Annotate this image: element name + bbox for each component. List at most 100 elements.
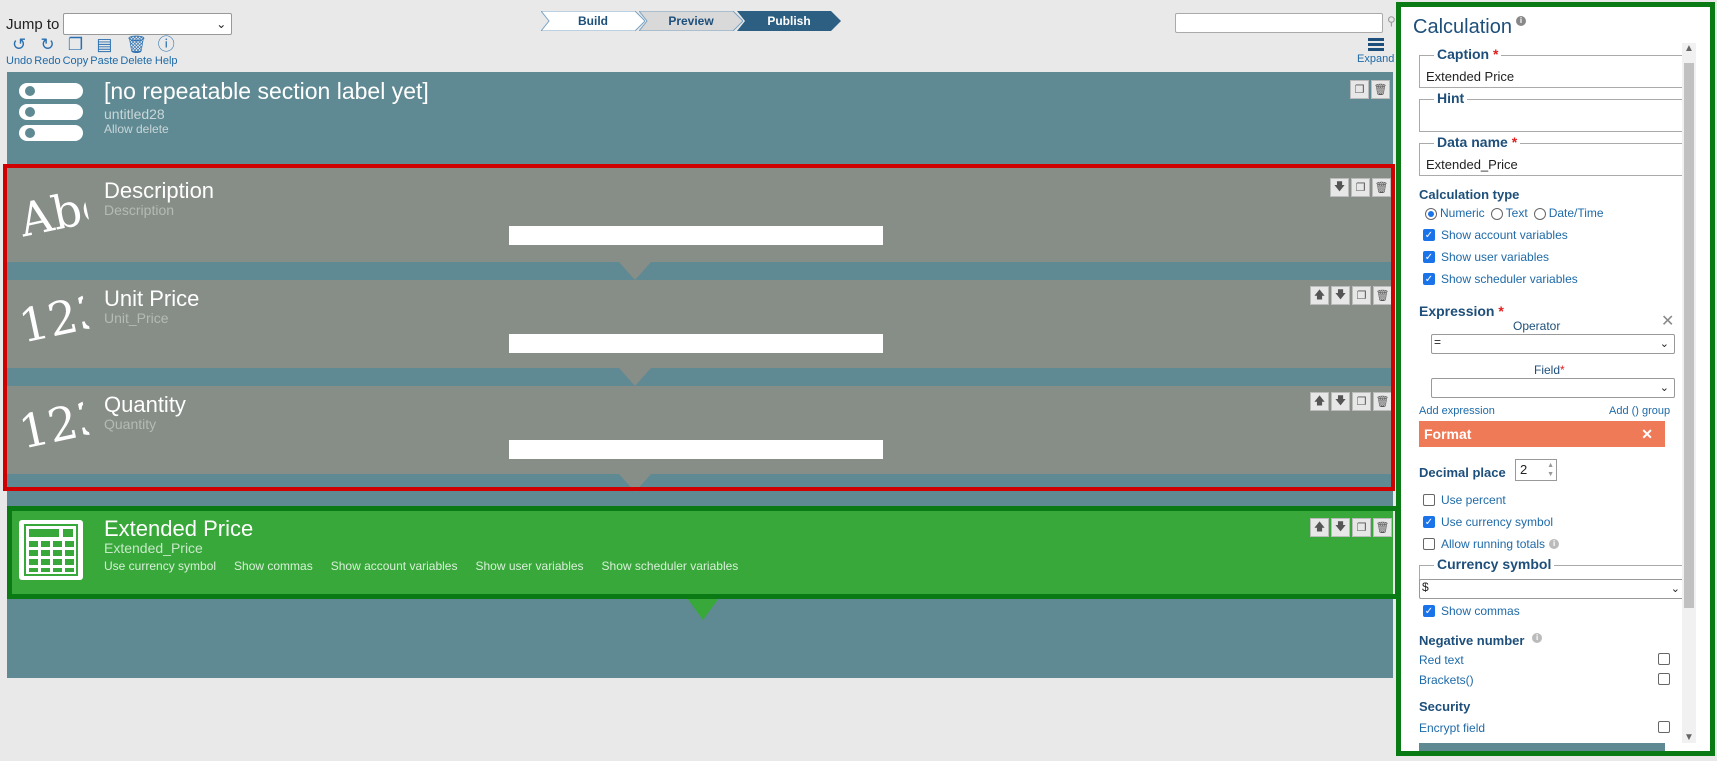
step-preview[interactable]: Preview — [639, 11, 743, 31]
format-header[interactable]: Format ✕ — [1419, 421, 1665, 447]
undo-label: Undo — [6, 55, 33, 67]
chevron-down-icon: ⌄ — [1670, 583, 1680, 595]
chevron-down-icon: ⌄ — [1659, 382, 1669, 394]
caption-label: Caption — [1437, 46, 1490, 62]
add-expression-link[interactable]: Add expression — [1419, 405, 1495, 417]
encrypt-checkbox[interactable] — [1658, 721, 1670, 733]
caption-value: Extended Price — [1426, 69, 1515, 84]
info-icon[interactable]: i — [1532, 633, 1543, 643]
undo-icon: ↺ — [12, 35, 27, 54]
redo-label: Redo — [34, 55, 61, 67]
required-mark: * — [1493, 46, 1499, 62]
negative-label: Negative number — [1419, 633, 1525, 648]
allow-running-checkbox[interactable]: Allow running totals i — [1423, 537, 1560, 551]
required-mark: * — [1498, 303, 1504, 319]
radio-numeric[interactable]: Numeric — [1425, 206, 1485, 220]
radio-label: Numeric — [1440, 206, 1485, 220]
checkmark-icon: ✓ — [1423, 273, 1435, 285]
search-input[interactable] — [1175, 13, 1383, 33]
spin-arrows-icon[interactable]: ▲ ▼ — [1547, 461, 1554, 479]
close-icon[interactable]: ✕ — [1641, 421, 1653, 447]
red-text-checkbox[interactable] — [1658, 653, 1670, 665]
format-label: Format — [1424, 426, 1472, 442]
required-mark: * — [1560, 363, 1565, 377]
redo-icon: ↻ — [40, 35, 55, 54]
step-build[interactable]: Build — [541, 11, 645, 31]
delete-label: Delete — [120, 55, 153, 67]
info-icon[interactable]: i — [1549, 539, 1560, 549]
show-account-checkbox[interactable]: ✓ Show account variables — [1423, 228, 1568, 242]
field-label: Field* — [1534, 363, 1565, 377]
step-publish[interactable]: Publish — [737, 11, 841, 31]
operator-value: = — [1434, 335, 1442, 349]
field-select[interactable]: ⌄ — [1431, 378, 1675, 398]
data-name-legend: Data name * — [1434, 134, 1521, 150]
trash-icon[interactable]: 🗑 — [1371, 80, 1390, 99]
search-icon[interactable]: ⚲ — [1387, 14, 1396, 28]
radio-icon — [1425, 207, 1437, 220]
checkbox-icon — [1423, 494, 1435, 506]
operator-label: Operator — [1513, 319, 1561, 333]
delete-button[interactable]: 🗑 Delete — [120, 36, 153, 68]
checkbox-label: Show scheduler variables — [1441, 272, 1578, 286]
caption-legend: Caption * — [1434, 46, 1502, 62]
edit-toolbar: ↺ Undo ↻ Redo ❐ Copy ▤ Paste 🗑 Delete ⓘ … — [6, 35, 178, 68]
checkbox-label: Show commas — [1441, 604, 1520, 618]
decimal-stepper[interactable]: 2 ▲ ▼ — [1515, 459, 1557, 481]
checkbox-label: Use currency symbol — [1441, 515, 1554, 529]
highlight-box-red — [3, 164, 1395, 491]
use-currency-checkbox[interactable]: ✓ Use currency symbol — [1423, 515, 1553, 529]
show-scheduler-checkbox[interactable]: ✓ Show scheduler variables — [1423, 272, 1578, 286]
caption-field[interactable]: Caption * Extended Price — [1419, 46, 1686, 88]
checkbox-icon — [1423, 538, 1435, 550]
section-name: untitled28 — [104, 106, 165, 122]
checkmark-icon: ✓ — [1423, 229, 1435, 241]
field-label-text: Field — [1534, 363, 1561, 377]
copy-button[interactable]: ❐ Copy — [62, 35, 89, 68]
scroll-thumb[interactable] — [1684, 63, 1694, 608]
redo-button[interactable]: ↻ Redo — [34, 35, 61, 68]
copy-label: Copy — [62, 55, 89, 67]
expression-label: Expression — [1419, 303, 1495, 319]
expression-heading: Expression * — [1419, 303, 1504, 319]
repeatable-section-header[interactable]: [no repeatable section label yet] untitl… — [7, 72, 1393, 162]
jump-to-select[interactable]: ⌄ — [63, 13, 233, 35]
checkbox-label: Show account variables — [1441, 228, 1568, 242]
radio-datetime[interactable]: Date/Time — [1533, 206, 1604, 220]
chevron-down-icon: ⌄ — [216, 17, 227, 31]
section-controls: ❐ 🗑 — [1350, 80, 1390, 99]
duplicate-icon[interactable]: ❐ — [1350, 80, 1369, 99]
red-text-label: Red text — [1419, 653, 1464, 667]
section-note: Allow delete — [104, 122, 169, 136]
checkbox-label: Allow running totals — [1441, 537, 1546, 551]
info-icon[interactable]: i — [1515, 16, 1526, 26]
scroll-up-icon[interactable]: ▲ — [1684, 43, 1694, 54]
copy-icon: ❐ — [67, 35, 84, 54]
help-button[interactable]: ⓘ Help — [154, 36, 178, 68]
scroll-down-icon[interactable]: ▼ — [1684, 732, 1694, 743]
show-user-checkbox[interactable]: ✓ Show user variables — [1423, 250, 1549, 264]
data-name-field[interactable]: Data name * Extended_Price — [1419, 134, 1686, 176]
checkmark-icon: ✓ — [1423, 605, 1435, 617]
radio-label: Date/Time — [1548, 206, 1604, 220]
calc-type-heading: Calculation type — [1419, 187, 1520, 202]
close-icon[interactable]: ✕ — [1661, 311, 1674, 331]
paste-button[interactable]: ▤ Paste — [90, 36, 119, 68]
radio-text[interactable]: Text — [1490, 206, 1528, 220]
arrow-icon — [687, 598, 719, 620]
required-mark: * — [1511, 134, 1518, 150]
checkmark-icon: ✓ — [1423, 251, 1435, 263]
menu-icon — [1367, 36, 1384, 53]
expand-button[interactable]: Expand — [1357, 36, 1394, 65]
step-publish-label: Publish — [767, 14, 811, 28]
brackets-checkbox[interactable] — [1658, 673, 1670, 685]
operator-select[interactable]: = ⌄ — [1431, 334, 1675, 354]
add-group-link[interactable]: Add () group — [1609, 405, 1670, 417]
panel-scrollbar[interactable]: ▲ ▼ — [1682, 43, 1696, 743]
hint-field[interactable]: Hint — [1419, 90, 1686, 132]
undo-button[interactable]: ↺ Undo — [6, 35, 33, 68]
paste-label: Paste — [90, 55, 119, 67]
use-percent-checkbox[interactable]: Use percent — [1423, 493, 1506, 507]
currency-select[interactable]: $ ⌄ — [1419, 579, 1686, 599]
show-commas-checkbox[interactable]: ✓ Show commas — [1423, 604, 1520, 618]
